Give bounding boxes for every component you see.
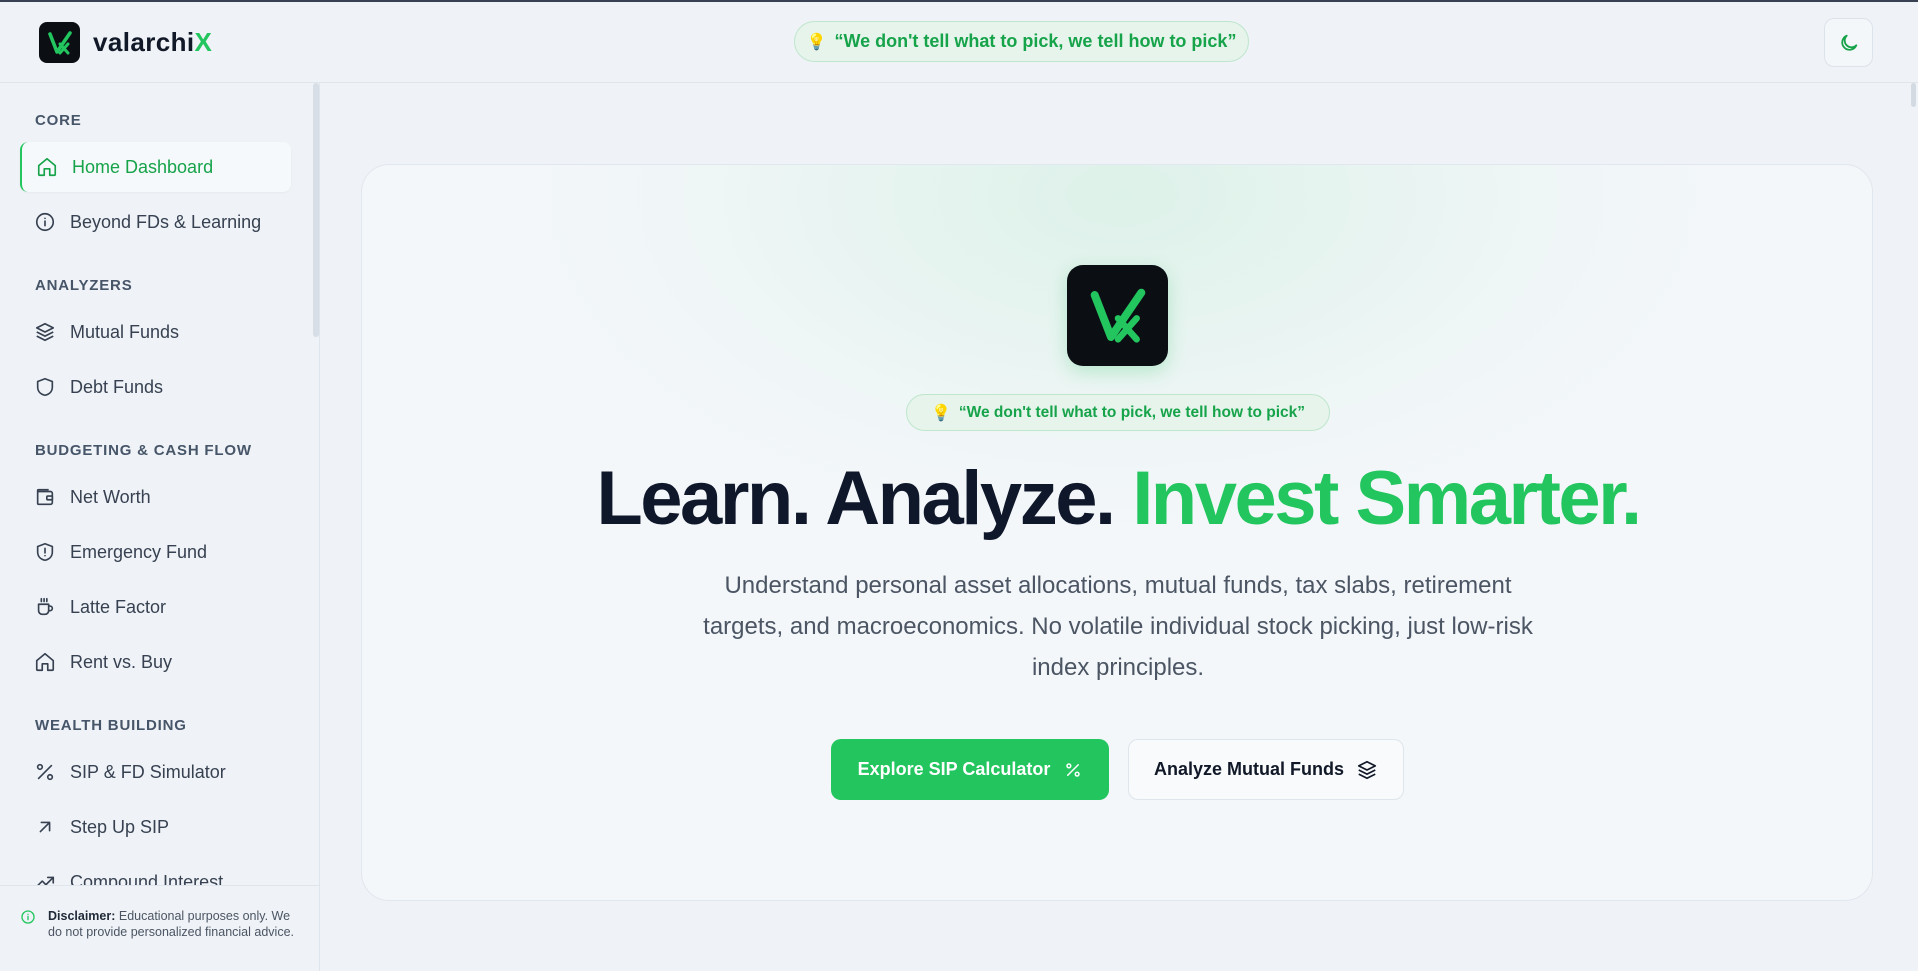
arrow-up-right-icon	[39, 821, 51, 833]
wallet-icon	[36, 488, 54, 506]
sidebar-item-label: Net Worth	[70, 486, 151, 507]
sidebar-item-label: Rent vs. Buy	[70, 651, 173, 672]
brand-name-prefix: valarchi	[93, 27, 195, 57]
shield-icon	[36, 377, 54, 397]
hero-headline: Learn. Analyze. Invest Smarter.	[362, 455, 1872, 542]
sidebar-scrollbar[interactable]	[313, 83, 319, 337]
disclaimer: Disclaimer: Educational purposes only. W…	[0, 885, 319, 971]
section-title-analyzers: ANALYZERS	[35, 277, 133, 294]
hero-tagline-text: “We don't tell what to pick, we tell how…	[958, 403, 1306, 421]
analyze-mutual-funds-button[interactable]: Analyze Mutual Funds	[1128, 739, 1404, 800]
header-tagline-pill: 💡 “We don't tell what to pick, we tell h…	[794, 21, 1249, 62]
info-icon	[21, 910, 35, 924]
hero-logo-icon	[1067, 265, 1168, 366]
home-icon	[35, 652, 55, 672]
lightbulb-icon: 💡	[930, 404, 951, 422]
moon-icon	[1840, 34, 1857, 51]
section-title-budgeting: BUDGETING & CASH FLOW	[35, 442, 252, 459]
sidebar-item-home-dashboard[interactable]: Home Dashboard	[20, 142, 291, 192]
info-icon	[35, 212, 55, 232]
sidebar: CORE Home Dashboard Beyond FDs & Learnin…	[0, 83, 320, 971]
layers-icon	[35, 322, 55, 342]
coffee-icon	[37, 597, 54, 616]
sidebar-item-debt-funds[interactable]: Debt Funds	[20, 362, 291, 412]
sidebar-item-label: Debt Funds	[70, 376, 164, 397]
sidebar-item-mutual-funds[interactable]: Mutual Funds	[20, 307, 291, 357]
section-title-wealth-building: WEALTH BUILDING	[35, 717, 187, 734]
percent-icon	[1066, 762, 1081, 777]
sidebar-item-label: Emergency Fund	[70, 541, 208, 562]
sidebar-item-label: Latte Factor	[70, 596, 167, 617]
home-icon	[37, 157, 57, 177]
header-tagline-text: “We don't tell what to pick, we tell how…	[834, 31, 1237, 51]
layers-icon	[1357, 760, 1377, 779]
brand-logo-icon	[39, 22, 80, 63]
hero-subtext: Understand personal asset allocations, m…	[703, 572, 1533, 681]
disclaimer-label: Disclaimer:	[48, 909, 116, 923]
headline-dark: Learn. Analyze.	[596, 456, 1133, 541]
sidebar-item-beyond-fds[interactable]: Beyond FDs & Learning	[20, 197, 291, 247]
percent-icon	[36, 763, 54, 781]
top-header: valarchiX 💡 “We don't tell what to pick,…	[0, 2, 1918, 83]
section-title-core: CORE	[35, 112, 82, 129]
hero-card: 💡 “We don't tell what to pick, we tell h…	[361, 164, 1873, 901]
shield-alert-icon	[36, 542, 54, 562]
hero-tagline-pill: 💡 “We don't tell what to pick, we tell h…	[906, 394, 1330, 431]
headline-green: Invest Smarter.	[1132, 456, 1642, 541]
sidebar-item-emergency-fund[interactable]: Emergency Fund	[20, 527, 291, 577]
main-scrollbar[interactable]	[1911, 83, 1916, 107]
lightbulb-icon: 💡	[806, 33, 827, 51]
sidebar-item-rent-vs-buy[interactable]: Rent vs. Buy	[20, 637, 291, 687]
sidebar-item-sip-fd-simulator[interactable]: SIP & FD Simulator	[20, 747, 291, 797]
sidebar-item-label: Beyond FDs & Learning	[70, 211, 262, 232]
brand-name: valarchiX	[93, 27, 212, 58]
sidebar-item-label: Mutual Funds	[70, 321, 180, 342]
button-label: Explore SIP Calculator	[857, 759, 1051, 779]
sidebar-item-step-up-sip[interactable]: Step Up SIP	[20, 802, 291, 852]
explore-sip-calculator-button[interactable]: Explore SIP Calculator	[831, 739, 1109, 800]
sidebar-item-net-worth[interactable]: Net Worth	[20, 472, 291, 522]
sidebar-item-label: Step Up SIP	[70, 816, 170, 837]
theme-toggle-button[interactable]	[1824, 18, 1873, 67]
sidebar-item-label: Home Dashboard	[72, 156, 214, 177]
sidebar-item-label: SIP & FD Simulator	[70, 761, 226, 782]
button-label: Analyze Mutual Funds	[1153, 759, 1344, 779]
brand[interactable]: valarchiX	[39, 22, 212, 63]
brand-name-suffix: X	[194, 27, 213, 57]
sidebar-item-latte-factor[interactable]: Latte Factor	[20, 582, 291, 632]
app-root: valarchiX 💡 “We don't tell what to pick,…	[0, 0, 1918, 971]
